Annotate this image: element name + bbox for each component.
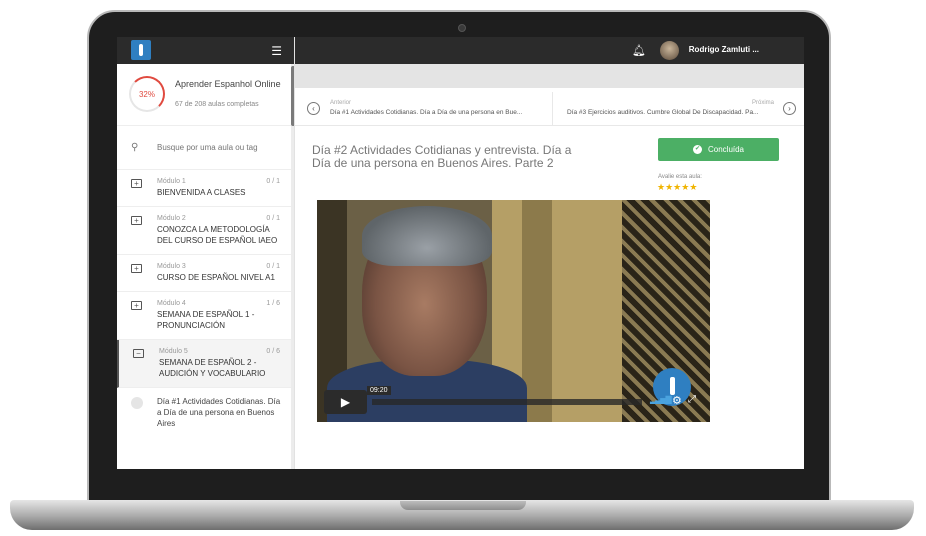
module-label: Módulo 1 <box>157 178 186 185</box>
previous-lesson-link[interactable]: ‹ Anterior Día #1 Actividades Cotidianas… <box>295 92 553 126</box>
laptop-mockup: ☰ 32% Aprender Espanhol Online 67 de 208… <box>0 0 926 536</box>
laptop-notch <box>400 501 526 510</box>
lesson-status-icon <box>131 397 143 409</box>
module-count: 0 / 6 <box>266 348 280 355</box>
check-icon: ✔ <box>692 145 702 154</box>
gear-icon[interactable]: ⚙ <box>672 394 682 407</box>
previous-label: Anterior <box>330 100 352 106</box>
rating-stars[interactable]: ★★★★★ <box>657 182 697 193</box>
video-player[interactable]: ▶ 09:20 ▂▃▅▇ ⚙ ⤢ <box>317 200 710 422</box>
hamburger-menu-icon[interactable]: ☰ <box>271 44 282 58</box>
module-name: SEMANA DE ESPAÑOL 2 - AUDICIÓN Y VOCABUL… <box>159 358 266 378</box>
video-subject-hair <box>362 206 492 266</box>
logo[interactable] <box>131 40 151 60</box>
folder-plus-icon: + <box>131 264 142 273</box>
folder-plus-icon: + <box>131 216 142 225</box>
lesson-title: Día #2 Actividades Cotidianas y entrevis… <box>312 143 572 170</box>
module-count: 0 / 1 <box>266 215 280 222</box>
module-item-active[interactable]: − Módulo 5 0 / 6 SEMANA DE ESPAÑOL 2 - A… <box>117 340 294 388</box>
star-icon[interactable]: ★ <box>657 182 665 192</box>
lesson-navigation: ‹ Anterior Día #1 Actividades Cotidianas… <box>295 92 804 126</box>
module-item[interactable]: + Módulo 1 0 / 1 BIENVENIDA A CLASES <box>117 170 294 207</box>
star-icon[interactable]: ★ <box>665 182 673 192</box>
banner-area <box>295 64 804 88</box>
folder-plus-icon: + <box>131 301 142 310</box>
previous-title: Día #1 Actividades Cotidianas. Día a Día… <box>330 109 523 116</box>
next-title: Día #3 Ejercicios auditivos. Cumbre Glob… <box>567 109 759 116</box>
avatar[interactable] <box>660 41 679 60</box>
next-label: Próxima <box>751 100 774 106</box>
bell-icon[interactable]: 🔔︎ <box>632 44 646 57</box>
video-controls: ▶ 09:20 ▂▃▅▇ ⚙ ⤢ <box>317 386 710 418</box>
seek-bar[interactable] <box>372 399 642 405</box>
module-item[interactable]: + Módulo 4 1 / 6 SEMANA DE ESPAÑOL 1 - P… <box>117 292 294 340</box>
module-count: 0 / 1 <box>266 178 280 185</box>
module-name: SEMANA DE ESPAÑOL 1 - PRONUNCIACIÓN <box>157 310 255 330</box>
complete-label: Concluída <box>707 145 745 154</box>
volume-icon[interactable]: ▂▃▅▇ <box>650 395 672 404</box>
top-bar: 🔔︎ Rodrigo Zamluti ... <box>295 37 804 64</box>
sidebar-header: ☰ <box>117 37 294 64</box>
module-item[interactable]: + Módulo 2 0 / 1 CONOZCA LA METODOLOGÍA … <box>117 207 294 255</box>
folder-minus-icon: − <box>133 349 144 358</box>
search-icon: ⚲ <box>131 142 139 153</box>
screen: ☰ 32% Aprender Espanhol Online 67 de 208… <box>117 37 804 469</box>
lesson-item[interactable]: Día #1 Actividades Cotidianas. Día a Día… <box>117 388 294 435</box>
module-label: Módulo 5 <box>159 348 188 355</box>
play-button[interactable]: ▶ <box>324 390 367 414</box>
progress-percent: 32% <box>138 89 155 99</box>
chevron-left-icon: ‹ <box>307 102 320 115</box>
chevron-right-icon: › <box>783 102 796 115</box>
progress-ring: 32% <box>129 76 165 112</box>
video-time: 09:20 <box>367 386 391 395</box>
fullscreen-icon[interactable]: ⤢ <box>688 394 696 405</box>
module-item[interactable]: + Módulo 3 0 / 1 CURSO DE ESPAÑOL NIVEL … <box>117 255 294 292</box>
folder-plus-icon: + <box>131 179 142 188</box>
module-count: 0 / 1 <box>266 263 280 270</box>
lesson-name: Día #1 Actividades Cotidianas. Día a Día… <box>157 397 281 428</box>
module-label: Módulo 4 <box>157 300 186 307</box>
user-name[interactable]: Rodrigo Zamluti ... <box>689 45 759 54</box>
course-subtitle: 67 de 208 aulas completas <box>175 101 259 108</box>
next-lesson-link[interactable]: Próxima Día #3 Ejercicios auditivos. Cum… <box>553 92 804 126</box>
module-label: Módulo 2 <box>157 215 186 222</box>
webcam <box>458 24 466 32</box>
sidebar: ☰ 32% Aprender Espanhol Online 67 de 208… <box>117 37 295 469</box>
rate-label: Avalie esta aula: <box>658 174 702 180</box>
search-row: ⚲ <box>117 126 294 170</box>
module-name: CONOZCA LA METODOLOGÍA DEL CURSO DE ESPA… <box>157 225 278 245</box>
module-label: Módulo 3 <box>157 263 186 270</box>
course-progress: 32% Aprender Espanhol Online 67 de 208 a… <box>117 64 294 126</box>
module-name: BIENVENIDA A CLASES <box>157 188 246 197</box>
search-input[interactable] <box>157 139 282 155</box>
course-title: Aprender Espanhol Online <box>175 79 281 89</box>
star-icon[interactable]: ★ <box>689 182 697 192</box>
module-name: CURSO DE ESPAÑOL NIVEL A1 <box>157 273 275 282</box>
module-count: 1 / 6 <box>266 300 280 307</box>
complete-button[interactable]: ✔ Concluída <box>658 138 779 161</box>
